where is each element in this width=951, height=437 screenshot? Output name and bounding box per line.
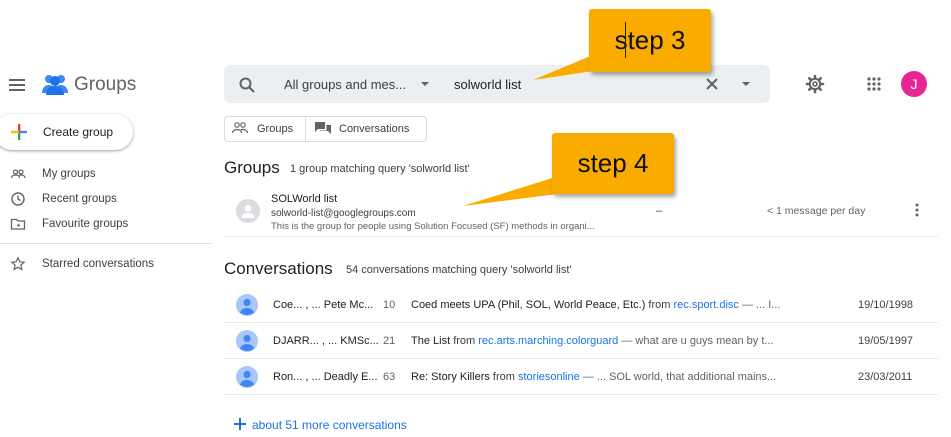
app-title[interactable]: Groups	[74, 74, 136, 96]
sidebar-item-starred-conversations[interactable]: Starred conversations	[42, 258, 154, 270]
conversation-count: 21	[383, 335, 396, 347]
sidebar-divider	[0, 243, 212, 244]
conversation-row[interactable]: The List from rec.arts.marching.colorgua…	[411, 335, 774, 347]
sidebar-item-recent-groups[interactable]: Recent groups	[42, 193, 117, 205]
conversation-authors[interactable]: Ron... , ... Deadly E...	[273, 371, 378, 383]
conversation-subject[interactable]: Coed meets UPA (Phil, SOL, World Peace, …	[411, 299, 645, 311]
step-3-callout: step 3	[589, 9, 711, 72]
conversation-date: 19/10/1998	[858, 299, 914, 311]
group-avatar[interactable]	[236, 199, 260, 223]
conversations-section-title: Conversations	[224, 259, 333, 278]
conversations-section-subtitle: 54 conversations matching query 'solworl…	[346, 264, 572, 276]
more-conversations-link[interactable]: about 51 more conversations	[252, 418, 407, 432]
filter-groups-label[interactable]: Groups	[257, 123, 293, 135]
conversation-from: from	[492, 371, 515, 383]
conversation-snippet: — ... SOL world, that additional mains..…	[579, 371, 777, 383]
groups-section-title: Groups	[224, 158, 280, 177]
conversation-row[interactable]: Re: Story Killers from storiesonline — .…	[411, 371, 776, 383]
close-icon[interactable]	[703, 75, 721, 93]
star-icon[interactable]	[10, 256, 26, 272]
create-group-label[interactable]: Create group	[43, 125, 113, 139]
row-divider	[224, 358, 938, 359]
forum-icon[interactable]	[314, 121, 332, 135]
conversation-from: from	[453, 335, 476, 347]
conversation-date: 23/03/2011	[858, 371, 913, 383]
plus-icon[interactable]	[11, 124, 27, 140]
conversation-count: 10	[383, 299, 396, 311]
author-avatar	[236, 294, 258, 316]
author-avatar	[236, 330, 258, 352]
groups-logo-icon[interactable]	[41, 71, 69, 97]
plus-icon[interactable]	[233, 417, 247, 431]
search-icon[interactable]	[238, 76, 256, 94]
search-scope-select[interactable]: All groups and mes...	[284, 77, 406, 92]
conversation-subject[interactable]: Re: Story Killers	[411, 371, 490, 383]
chevron-down-icon[interactable]	[419, 78, 431, 90]
row-divider	[224, 394, 938, 395]
filter-conversations-label[interactable]: Conversations	[339, 123, 409, 135]
people-icon[interactable]	[231, 121, 249, 135]
clock-icon[interactable]	[10, 191, 26, 207]
search-input[interactable]: solworld list	[454, 77, 521, 92]
conversation-from: from	[648, 299, 671, 311]
sidebar-item-my-groups[interactable]: My groups	[42, 168, 96, 180]
conversation-snippet: — what are u guys mean by t...	[618, 335, 774, 347]
main-menu-icon[interactable]	[8, 76, 26, 94]
conversation-authors[interactable]: DJARR... , ... KMSc...	[273, 335, 379, 347]
folder-star-icon[interactable]	[10, 216, 26, 232]
gear-icon[interactable]	[805, 74, 825, 94]
conversation-group-link[interactable]: rec.sport.disc	[673, 299, 738, 311]
conversation-row[interactable]: Coed meets UPA (Phil, SOL, World Peace, …	[411, 299, 780, 311]
author-avatar	[236, 366, 258, 388]
group-email: solworld-list@googlegroups.com	[271, 208, 416, 219]
conversation-count: 63	[383, 371, 396, 383]
account-avatar[interactable]: J	[901, 71, 927, 97]
group-name-link[interactable]: SOLWorld list	[271, 193, 337, 205]
row-divider	[224, 322, 938, 323]
people-icon[interactable]	[10, 166, 26, 182]
conversation-authors[interactable]: Coe... , ... Pete Mc...	[273, 299, 373, 311]
sidebar-item-favourite-groups[interactable]: Favourite groups	[42, 218, 128, 230]
conversation-group-link[interactable]: rec.arts.marching.colorguard	[478, 335, 618, 347]
more-vert-icon[interactable]	[913, 202, 921, 218]
row-divider	[224, 236, 938, 237]
text-cursor	[625, 22, 626, 58]
conversation-subject[interactable]: The List	[411, 335, 450, 347]
apps-grid-icon[interactable]	[866, 76, 882, 92]
step-4-callout: step 4	[552, 133, 674, 194]
search-options-chevron-icon[interactable]	[740, 78, 752, 90]
group-description: This is the group for people using Solut…	[271, 221, 595, 232]
groups-section-subtitle: 1 group matching query 'solworld list'	[290, 163, 470, 175]
conversation-group-link[interactable]: storiesonline	[518, 371, 580, 383]
conversation-date: 19/05/1997	[858, 335, 914, 347]
conversation-snippet: — ... I...	[738, 299, 781, 311]
group-members: –	[656, 205, 663, 217]
group-activity: < 1 message per day	[767, 205, 866, 217]
